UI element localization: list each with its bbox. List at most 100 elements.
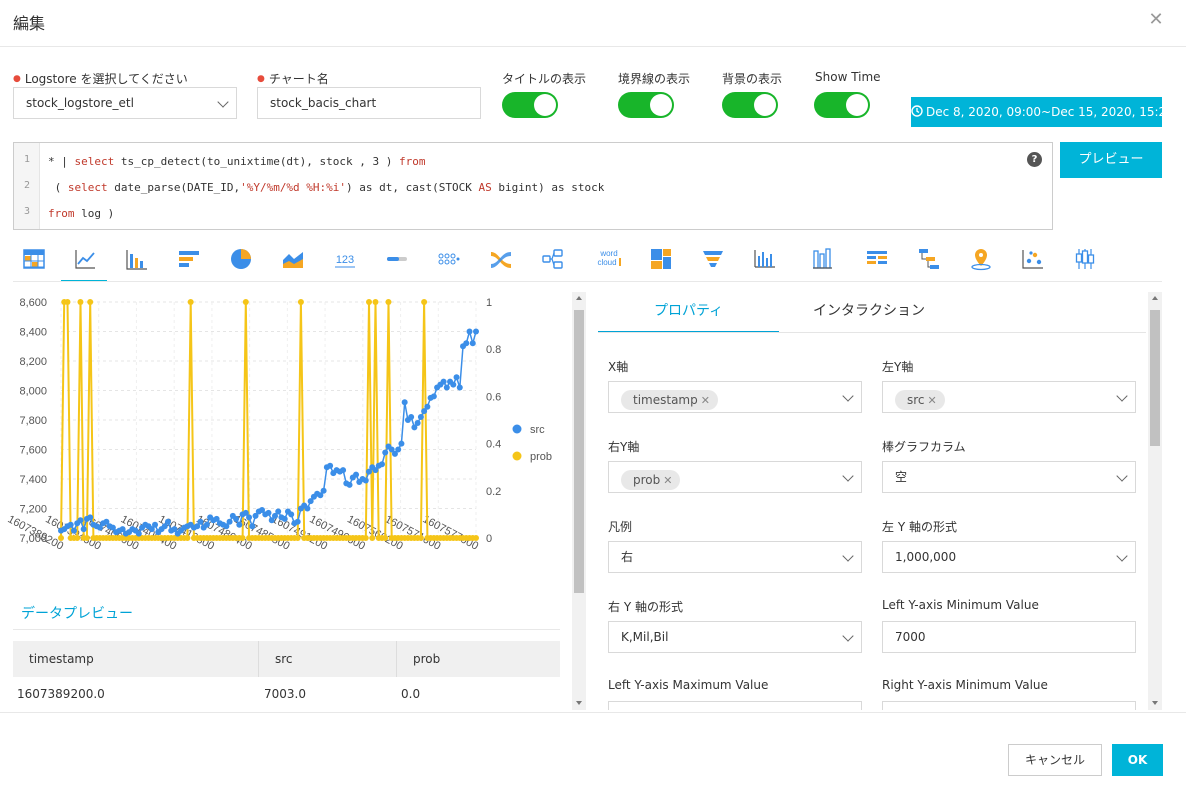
left-y-tick-label: 7,800 xyxy=(19,415,47,427)
properties-scrollbar-thumb[interactable] xyxy=(1150,310,1160,446)
data-point-src xyxy=(87,514,94,521)
left-y-axis-select[interactable]: src ✕ xyxy=(882,381,1136,413)
toggle-knob xyxy=(534,94,556,116)
clock-icon xyxy=(911,105,923,117)
tag-remove-icon[interactable]: ✕ xyxy=(928,394,937,407)
scroll-down-arrow-icon[interactable] xyxy=(1152,701,1158,705)
tree-chart-icon[interactable] xyxy=(916,246,942,272)
tag-remove-icon[interactable]: ✕ xyxy=(663,474,672,487)
data-point-prob xyxy=(64,299,71,305)
chevron-down-icon xyxy=(842,630,854,642)
series-line-src xyxy=(60,328,477,535)
show-background-toggle[interactable] xyxy=(722,92,778,118)
x-axis-select[interactable]: timestamp ✕ xyxy=(608,381,862,413)
data-point-prob xyxy=(239,535,246,541)
scatter-icon[interactable] xyxy=(1020,246,1046,272)
table-icon[interactable] xyxy=(21,246,47,272)
area-chart-icon[interactable] xyxy=(280,246,306,272)
svg-text:123: 123 xyxy=(336,254,354,266)
column-header-timestamp: timestamp xyxy=(29,652,94,666)
treemap-icon[interactable] xyxy=(648,246,674,272)
cross-table-icon[interactable] xyxy=(864,246,890,272)
scroll-down-arrow-icon[interactable] xyxy=(576,701,582,705)
tab-properties[interactable]: プロパティ xyxy=(654,300,723,320)
logstore-select[interactable]: stock_logstore_etl xyxy=(13,87,237,119)
bar-column-select[interactable]: 空 xyxy=(882,461,1136,493)
scroll-up-arrow-icon[interactable] xyxy=(576,296,582,300)
right-y-format-value: K,Mil,Bil xyxy=(621,630,669,644)
data-point-src xyxy=(378,461,385,468)
legend-select[interactable]: 右 xyxy=(608,541,862,573)
data-point-src xyxy=(67,521,74,528)
right-y-axis-select[interactable]: prob ✕ xyxy=(608,461,862,493)
left-y-min-input[interactable]: 7000 xyxy=(882,621,1136,653)
tab-interaction[interactable]: インタラクション xyxy=(813,300,925,320)
data-point-src xyxy=(408,414,415,421)
code-line-2: ( select date_parse(DATE_ID,'%Y/%m/%d %H… xyxy=(48,181,605,194)
left-y-tick-label: 7,200 xyxy=(19,504,47,516)
show-time-toggle[interactable] xyxy=(814,92,870,118)
left-y-tick-label: 7,600 xyxy=(19,445,47,457)
help-icon[interactable]: ? xyxy=(1027,152,1042,167)
right-y-format-select[interactable]: K,Mil,Bil xyxy=(608,621,862,653)
column-divider xyxy=(396,641,397,677)
data-point-prob xyxy=(421,299,428,305)
right-y-axis-tag[interactable]: prob ✕ xyxy=(621,470,681,490)
show-border-toggle[interactable] xyxy=(618,92,674,118)
data-point-src xyxy=(281,515,288,522)
left-y-min-value: 7000 xyxy=(895,630,926,644)
ok-button[interactable]: OK xyxy=(1112,744,1163,776)
time-range-button[interactable]: Dec 8, 2020, 09:00~Dec 15, 2020, 15:25 xyxy=(911,97,1174,127)
close-icon[interactable]: ✕ xyxy=(1146,10,1166,30)
funnel-icon[interactable] xyxy=(700,246,726,272)
left-y-format-select[interactable]: 1,000,000 xyxy=(882,541,1136,573)
chart-name-input[interactable]: stock_bacis_chart xyxy=(257,87,481,119)
candlestick-icon[interactable] xyxy=(1072,246,1098,272)
data-point-src xyxy=(398,440,405,447)
left-y-format-value: 1,000,000 xyxy=(895,550,957,564)
left-y-tick-label: 7,400 xyxy=(19,474,47,486)
column-chart-icon[interactable] xyxy=(810,246,836,272)
toggle-label-background: 背景の表示 xyxy=(722,72,783,86)
word-cloud-icon[interactable]: wordcloud xyxy=(594,246,624,272)
table-cell: 7003.0 xyxy=(264,687,306,701)
data-point-src xyxy=(203,521,210,528)
single-value-icon[interactable]: 123 xyxy=(332,246,358,272)
left-y-max-input[interactable] xyxy=(608,701,862,710)
bar-column-label: 棒グラフカラム xyxy=(882,440,966,454)
data-point-src xyxy=(362,477,369,484)
pie-chart-icon[interactable] xyxy=(228,246,254,272)
bar-chart-icon[interactable] xyxy=(124,246,150,272)
preview-button[interactable]: プレビュー xyxy=(1060,142,1162,178)
toggle-label-title: タイトルの表示 xyxy=(502,72,587,86)
legend-value: 右 xyxy=(621,550,634,564)
flow-chart-icon[interactable] xyxy=(436,246,462,272)
data-point-prob xyxy=(242,299,249,305)
scroll-up-arrow-icon[interactable] xyxy=(1152,296,1158,300)
chevron-down-icon xyxy=(217,96,229,108)
query-editor[interactable]: 1 2 3 * | select ts_cp_detect(to_unixtim… xyxy=(13,142,1053,230)
horizontal-bar-icon[interactable] xyxy=(176,246,202,272)
map-icon[interactable] xyxy=(752,246,778,272)
right-y-tick-label: 0.6 xyxy=(486,391,501,403)
legend-label: 凡例 xyxy=(608,520,633,534)
right-y-format-label: 右 Y 軸の形式 xyxy=(608,600,683,614)
right-y-min-input[interactable] xyxy=(882,701,1136,710)
cancel-button[interactable]: キャンセル xyxy=(1008,744,1102,776)
tag-remove-icon[interactable]: ✕ xyxy=(701,394,710,407)
show-title-toggle[interactable] xyxy=(502,92,558,118)
progress-bar-icon[interactable] xyxy=(384,246,410,272)
left-y-axis-tag[interactable]: src ✕ xyxy=(895,390,945,410)
sankey-icon[interactable] xyxy=(488,246,514,272)
topology-icon[interactable] xyxy=(540,246,566,272)
data-point-src xyxy=(226,518,233,525)
left-y-max-label: Left Y-axis Maximum Value xyxy=(608,678,769,692)
preview-scrollbar-thumb[interactable] xyxy=(574,310,584,593)
x-axis-tag[interactable]: timestamp ✕ xyxy=(621,390,718,410)
data-point-src xyxy=(249,523,256,530)
line-chart-icon[interactable] xyxy=(72,246,98,272)
right-y-tick-label: 0.4 xyxy=(486,439,501,451)
legend-label-prob: prob xyxy=(530,451,552,463)
data-point-src xyxy=(440,378,447,385)
geo-map-icon[interactable] xyxy=(968,246,994,272)
